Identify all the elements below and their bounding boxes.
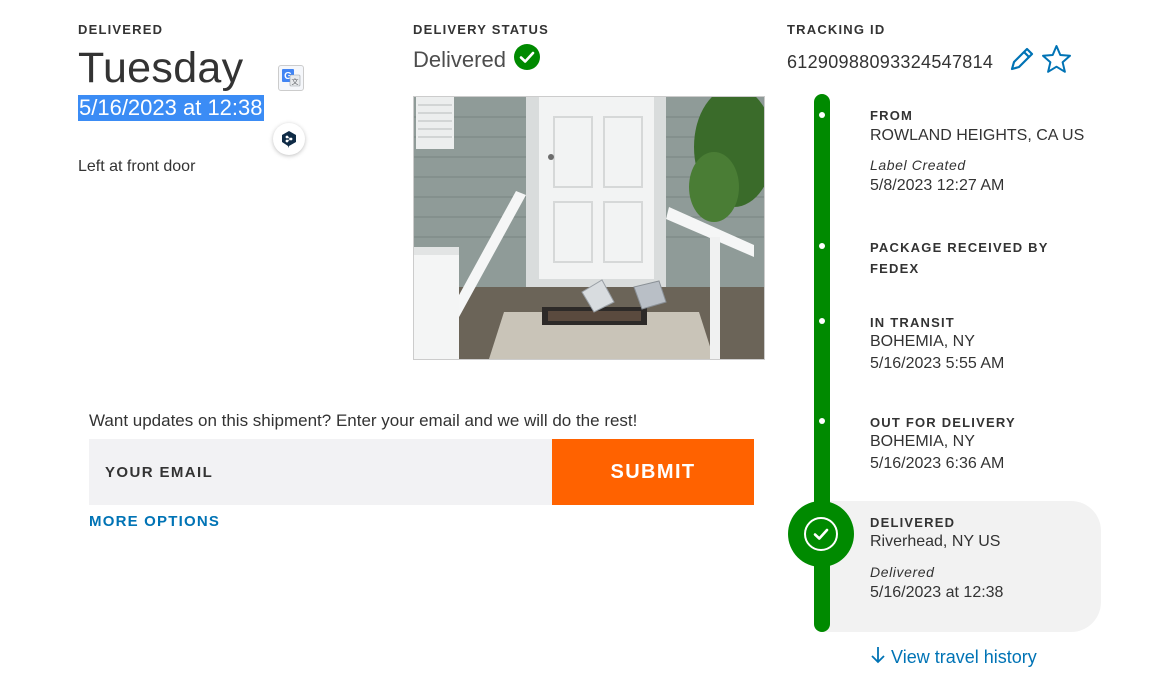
event-title: PACKAGE RECEIVED BY bbox=[870, 240, 1049, 255]
event-location: BOHEMIA, NY bbox=[870, 333, 975, 350]
more-options-link[interactable]: MORE OPTIONS bbox=[89, 513, 220, 530]
timeline-dot bbox=[819, 318, 825, 324]
delivery-datetime: 5/16/2023 at 12:38 bbox=[78, 95, 264, 121]
star-icon[interactable] bbox=[1041, 44, 1072, 79]
view-travel-history-label: View travel history bbox=[891, 647, 1037, 667]
event-sub: Label Created bbox=[870, 157, 966, 173]
delivered-check-icon bbox=[788, 501, 854, 567]
event-title: IN TRANSIT bbox=[870, 315, 955, 330]
view-travel-history-link[interactable]: View travel history bbox=[870, 645, 1037, 670]
timeline-dot bbox=[819, 112, 825, 118]
svg-text:文: 文 bbox=[292, 77, 299, 86]
google-translate-icon[interactable]: G 文 bbox=[278, 65, 304, 91]
event-sub: Delivered bbox=[870, 564, 935, 580]
delivery-photo[interactable] bbox=[413, 96, 765, 360]
delivered-label: DELIVERED bbox=[78, 22, 164, 37]
timeline-event: FROM ROWLAND HEIGHTS, CA US Label Create… bbox=[870, 105, 1100, 195]
delivery-day: Tuesday bbox=[78, 44, 244, 92]
email-input[interactable]: YOUR EMAIL bbox=[89, 439, 552, 505]
event-time: 5/16/2023 at 12:38 bbox=[870, 584, 1004, 601]
timeline-event: IN TRANSIT BOHEMIA, NY 5/16/2023 5:55 AM bbox=[870, 312, 1100, 373]
event-title-cont: FEDEX bbox=[870, 261, 920, 276]
tracking-id-label: TRACKING ID bbox=[787, 22, 886, 37]
timeline-event: DELIVERED Riverhead, NY US Delivered 5/1… bbox=[870, 512, 1095, 602]
event-time: 5/16/2023 6:36 AM bbox=[870, 455, 1005, 472]
delivery-status-value: Delivered bbox=[413, 47, 506, 72]
delivery-status-label: DELIVERY STATUS bbox=[413, 22, 549, 37]
event-time: 5/16/2023 5:55 AM bbox=[870, 355, 1005, 372]
event-title: FROM bbox=[870, 108, 914, 123]
check-circle-icon bbox=[514, 44, 541, 70]
timeline-dot bbox=[819, 243, 825, 249]
timeline-dot bbox=[819, 418, 825, 424]
event-location: BOHEMIA, NY bbox=[870, 433, 975, 450]
event-title: OUT FOR DELIVERY bbox=[870, 415, 1016, 430]
event-time: 5/8/2023 12:27 AM bbox=[870, 177, 1005, 194]
delivery-note: Left at front door bbox=[78, 158, 196, 175]
event-location: Riverhead, NY US bbox=[870, 533, 1001, 550]
tracking-number: 612909880933245478​14 bbox=[787, 52, 994, 72]
email-prompt: Want updates on this shipment? Enter you… bbox=[89, 411, 638, 430]
event-title: DELIVERED bbox=[870, 515, 956, 530]
submit-button[interactable]: SUBMIT bbox=[552, 439, 754, 505]
timeline-event: OUT FOR DELIVERY BOHEMIA, NY 5/16/2023 6… bbox=[870, 412, 1100, 473]
timeline-event: PACKAGE RECEIVED BY FEDEX bbox=[870, 237, 1100, 279]
event-location: ROWLAND HEIGHTS, CA US bbox=[870, 127, 1085, 144]
delivery-status: Delivered bbox=[413, 44, 541, 73]
deepl-icon[interactable] bbox=[273, 123, 305, 155]
arrow-down-icon bbox=[870, 645, 886, 670]
pencil-icon[interactable] bbox=[1007, 44, 1037, 79]
